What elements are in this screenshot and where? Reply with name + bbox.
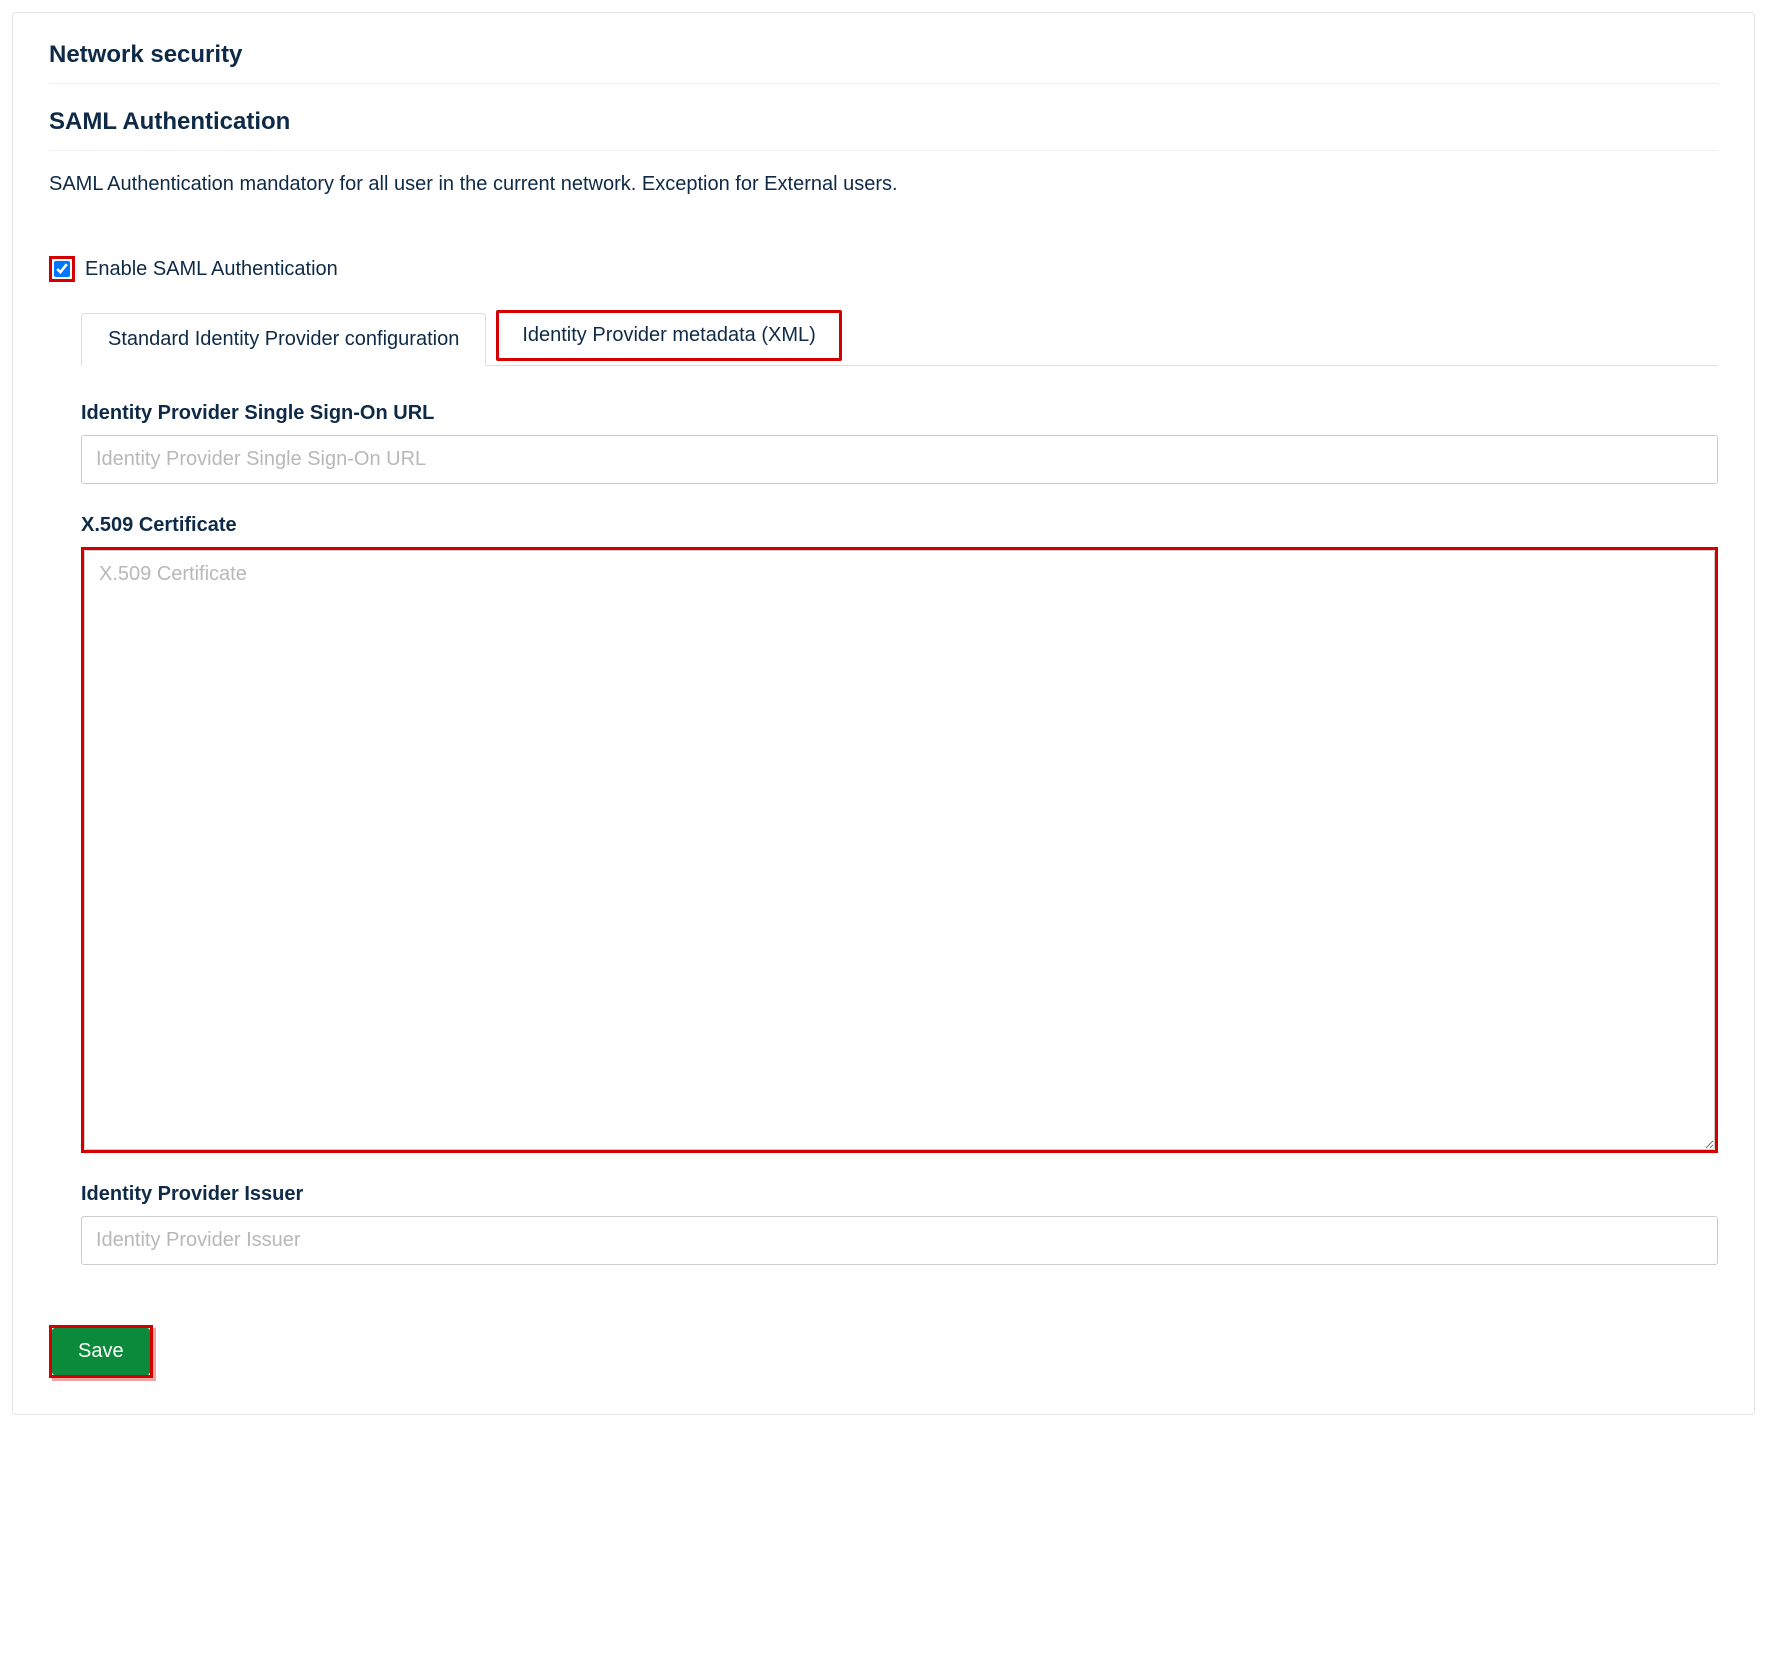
tab-metadata-label: Identity Provider metadata (XML) [522, 324, 815, 346]
tab-idp-metadata[interactable]: Identity Provider metadata (XML) [496, 310, 841, 361]
issuer-input[interactable] [81, 1216, 1718, 1265]
tab-standard-label: Standard Identity Provider configuration [108, 328, 459, 350]
sso-url-label: Identity Provider Single Sign-On URL [81, 402, 1718, 425]
issuer-label: Identity Provider Issuer [81, 1183, 1718, 1206]
tabs-container: Standard Identity Provider configuration… [81, 310, 1718, 366]
certificate-label: X.509 Certificate [81, 514, 1718, 537]
enable-saml-label: Enable SAML Authentication [85, 258, 338, 281]
certificate-highlight [81, 547, 1718, 1153]
tab-standard-idp[interactable]: Standard Identity Provider configuration [81, 313, 486, 366]
settings-panel: Network security SAML Authentication SAM… [12, 12, 1755, 1415]
section-title: SAML Authentication [49, 108, 1718, 151]
button-row: Save [49, 1325, 1718, 1378]
tabs: Standard Identity Provider configuration… [81, 310, 1718, 366]
form-section: Identity Provider Single Sign-On URL X.5… [81, 402, 1718, 1265]
page-title: Network security [49, 41, 1718, 84]
enable-saml-checkbox[interactable] [54, 261, 70, 277]
enable-saml-row: Enable SAML Authentication [49, 256, 1718, 282]
save-button[interactable]: Save [52, 1328, 150, 1375]
save-button-highlight: Save [49, 1325, 153, 1378]
issuer-group: Identity Provider Issuer [81, 1183, 1718, 1265]
section-description: SAML Authentication mandatory for all us… [49, 173, 1718, 196]
enable-saml-highlight [49, 256, 75, 282]
sso-url-input[interactable] [81, 435, 1718, 484]
sso-url-group: Identity Provider Single Sign-On URL [81, 402, 1718, 484]
certificate-group: X.509 Certificate [81, 514, 1718, 1153]
certificate-textarea[interactable] [84, 550, 1715, 1150]
